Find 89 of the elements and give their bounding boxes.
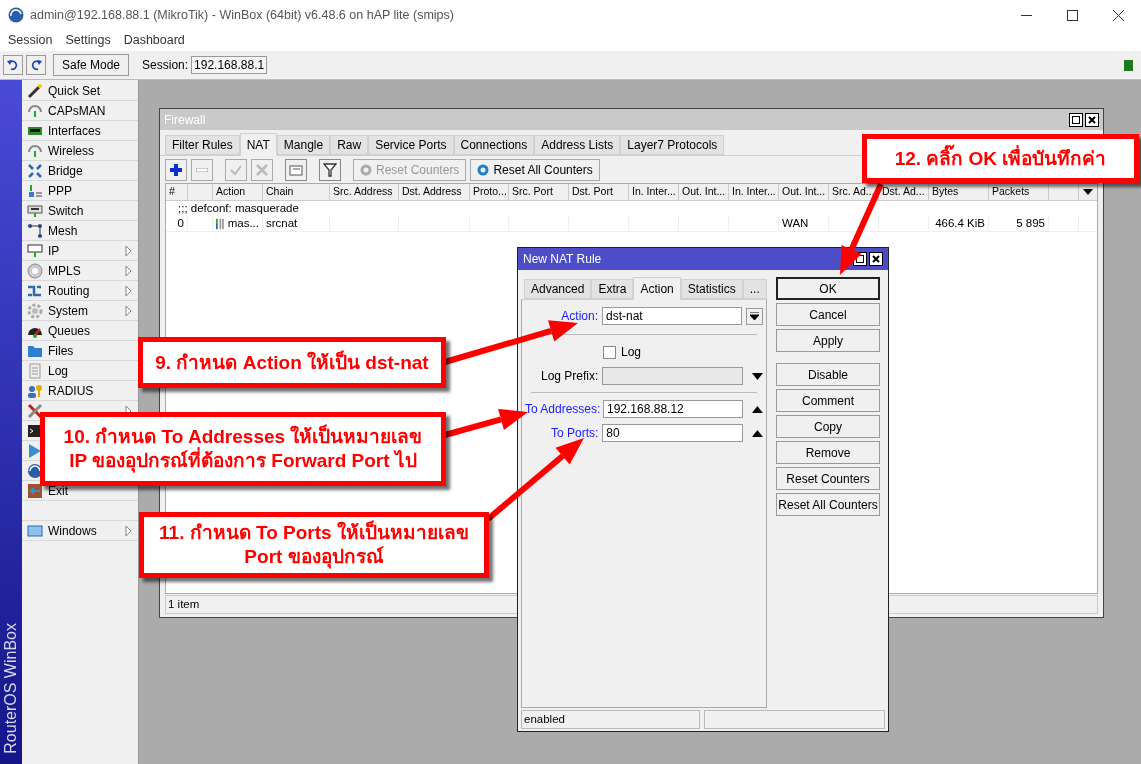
column-header[interactable]: Dst. Address xyxy=(402,184,462,200)
column-header[interactable]: Src. Ad... xyxy=(832,184,875,200)
session-label: Session: xyxy=(142,57,189,74)
sidebar-item[interactable]: CAPsMAN xyxy=(48,101,132,120)
dialog-button[interactable]: OK xyxy=(776,277,880,300)
menu-item[interactable]: Dashboard xyxy=(123,31,185,50)
sidebar-item[interactable]: Switch xyxy=(48,201,132,220)
column-header[interactable]: Out. Int... xyxy=(682,184,726,200)
sidebar-item[interactable]: IP xyxy=(48,241,120,260)
tab[interactable]: Connections xyxy=(453,135,535,155)
sidebar-item[interactable]: RADIUS xyxy=(48,381,132,400)
table-cell-text: 466.4 KiB xyxy=(935,215,985,231)
sidebar-item[interactable]: Exit xyxy=(48,481,132,500)
status-text: 1 item xyxy=(168,596,200,612)
dialog-button[interactable]: Copy xyxy=(776,415,880,438)
session-field[interactable]: 192.168.88.1 xyxy=(191,56,268,74)
dialog-button[interactable]: Reset All Counters xyxy=(776,493,880,516)
column-header[interactable]: Dst. Port xyxy=(572,184,613,200)
column-header[interactable]: Chain xyxy=(266,184,294,200)
column-header[interactable]: Out. Int... xyxy=(782,184,826,200)
tab[interactable]: Action xyxy=(633,277,681,300)
input-field[interactable]: 80 xyxy=(602,424,744,442)
column-header[interactable]: In. Inter... xyxy=(632,184,676,200)
tab[interactable]: Statistics xyxy=(680,279,743,299)
sidebar-item[interactable]: System xyxy=(48,301,120,320)
sidebar-item[interactable]: Interfaces xyxy=(48,121,132,140)
dialog-button[interactable]: Remove xyxy=(776,441,880,464)
column-header[interactable]: Src. Port xyxy=(512,184,553,200)
sidebar-item[interactable]: Wireless xyxy=(48,141,132,160)
callout-text: 10. กำหนด To Addresses ให้เป็นหมายเลข xyxy=(63,425,423,447)
sidebar-item[interactable]: Routing xyxy=(48,281,120,300)
tab[interactable]: Layer7 Protocols xyxy=(620,135,725,155)
tab[interactable]: Mangle xyxy=(276,135,331,155)
callout-text: 12. คลิ๊ก OK เพื่อบันทึกค่า xyxy=(894,146,1107,171)
table-cell-text: srcnat xyxy=(266,215,298,231)
dialog-button[interactable]: Reset Counters xyxy=(776,467,880,490)
column-header[interactable]: Packets xyxy=(992,184,1030,200)
column-header[interactable]: Action xyxy=(216,184,246,200)
menu-item[interactable]: Session xyxy=(8,31,53,50)
sidebar-item[interactable]: MPLS xyxy=(48,261,120,280)
callout-text: 11. กำหนด To Ports ให้เป็นหมายเลข xyxy=(159,521,469,545)
sidebar-item[interactable]: Quick Set xyxy=(48,81,132,100)
dialog-button[interactable]: Disable xyxy=(776,363,880,386)
sidebar-item[interactable]: Queues xyxy=(48,321,132,340)
table-cell-text: 5 895 xyxy=(1016,215,1045,231)
field-label: To Ports: xyxy=(549,425,599,442)
column-header[interactable]: Dst. Ad... xyxy=(882,184,925,200)
tab[interactable]: NAT xyxy=(239,133,277,156)
callout-text: 9. กำหนด Action ให้เป็น dst-nat xyxy=(155,350,429,375)
status-text: enabled xyxy=(524,711,565,727)
window-title: admin@192.168.88.1 (MikroTik) - WinBox (64bit) v6.48.6 on hAP lite (smips) xyxy=(30,6,455,24)
tab[interactable]: ... xyxy=(742,279,767,299)
tab[interactable]: Filter Rules xyxy=(165,135,240,155)
window-title: New NAT Rule xyxy=(523,251,603,268)
tab[interactable]: Address Lists xyxy=(534,135,621,155)
column-header[interactable]: Proto... xyxy=(473,184,507,200)
dialog-button[interactable]: Apply xyxy=(776,329,880,352)
sidebar-item[interactable]: Files xyxy=(48,341,132,360)
callout-text: Port ของอุปกรณ์ xyxy=(244,545,384,569)
sidebar-item[interactable]: Log xyxy=(48,361,132,380)
sidebar-item[interactable]: Mesh xyxy=(48,221,132,240)
dialog-button[interactable]: Cancel xyxy=(776,303,880,326)
checkbox-label: Log xyxy=(621,344,642,361)
table-cell-text: WAN xyxy=(782,215,809,231)
menu-item[interactable]: Settings xyxy=(65,31,111,50)
column-header[interactable]: # xyxy=(169,184,175,200)
field-label: Action: xyxy=(560,308,598,325)
tab[interactable]: Raw xyxy=(330,135,369,155)
input-field[interactable]: 192.168.88.12 xyxy=(603,400,744,418)
column-header[interactable]: Src. Address xyxy=(333,184,393,200)
tab[interactable]: Advanced xyxy=(524,279,592,299)
safe-mode-button[interactable]: Safe Mode xyxy=(53,54,130,76)
tab[interactable]: Extra xyxy=(591,279,634,299)
brand-label: RouterOS WinBox xyxy=(1,623,20,754)
column-header[interactable]: Bytes xyxy=(932,184,959,200)
rule-comment: ;;; defconf: masquerade xyxy=(178,200,299,216)
dialog-button[interactable]: Comment xyxy=(776,389,880,412)
sidebar-item[interactable]: Bridge xyxy=(48,161,132,180)
field-label: Log Prefix: xyxy=(539,368,599,385)
sidebar-item[interactable]: PPP xyxy=(48,181,132,200)
table-cell-text: mas... xyxy=(227,215,259,231)
input-field[interactable]: dst-nat xyxy=(602,307,743,325)
field-label: To Addresses: xyxy=(525,401,599,418)
sidebar-item[interactable]: Windows xyxy=(48,521,120,540)
callout-text: IP ของอุปกรณ์ที่ต้องการ Forward Port ไป xyxy=(69,449,417,473)
column-header[interactable]: In. Inter... xyxy=(732,184,776,200)
table-cell-text: 0 xyxy=(177,215,184,231)
tab[interactable]: Service Ports xyxy=(368,135,454,155)
reset-counters-button[interactable]: Reset All Counters xyxy=(470,158,600,181)
